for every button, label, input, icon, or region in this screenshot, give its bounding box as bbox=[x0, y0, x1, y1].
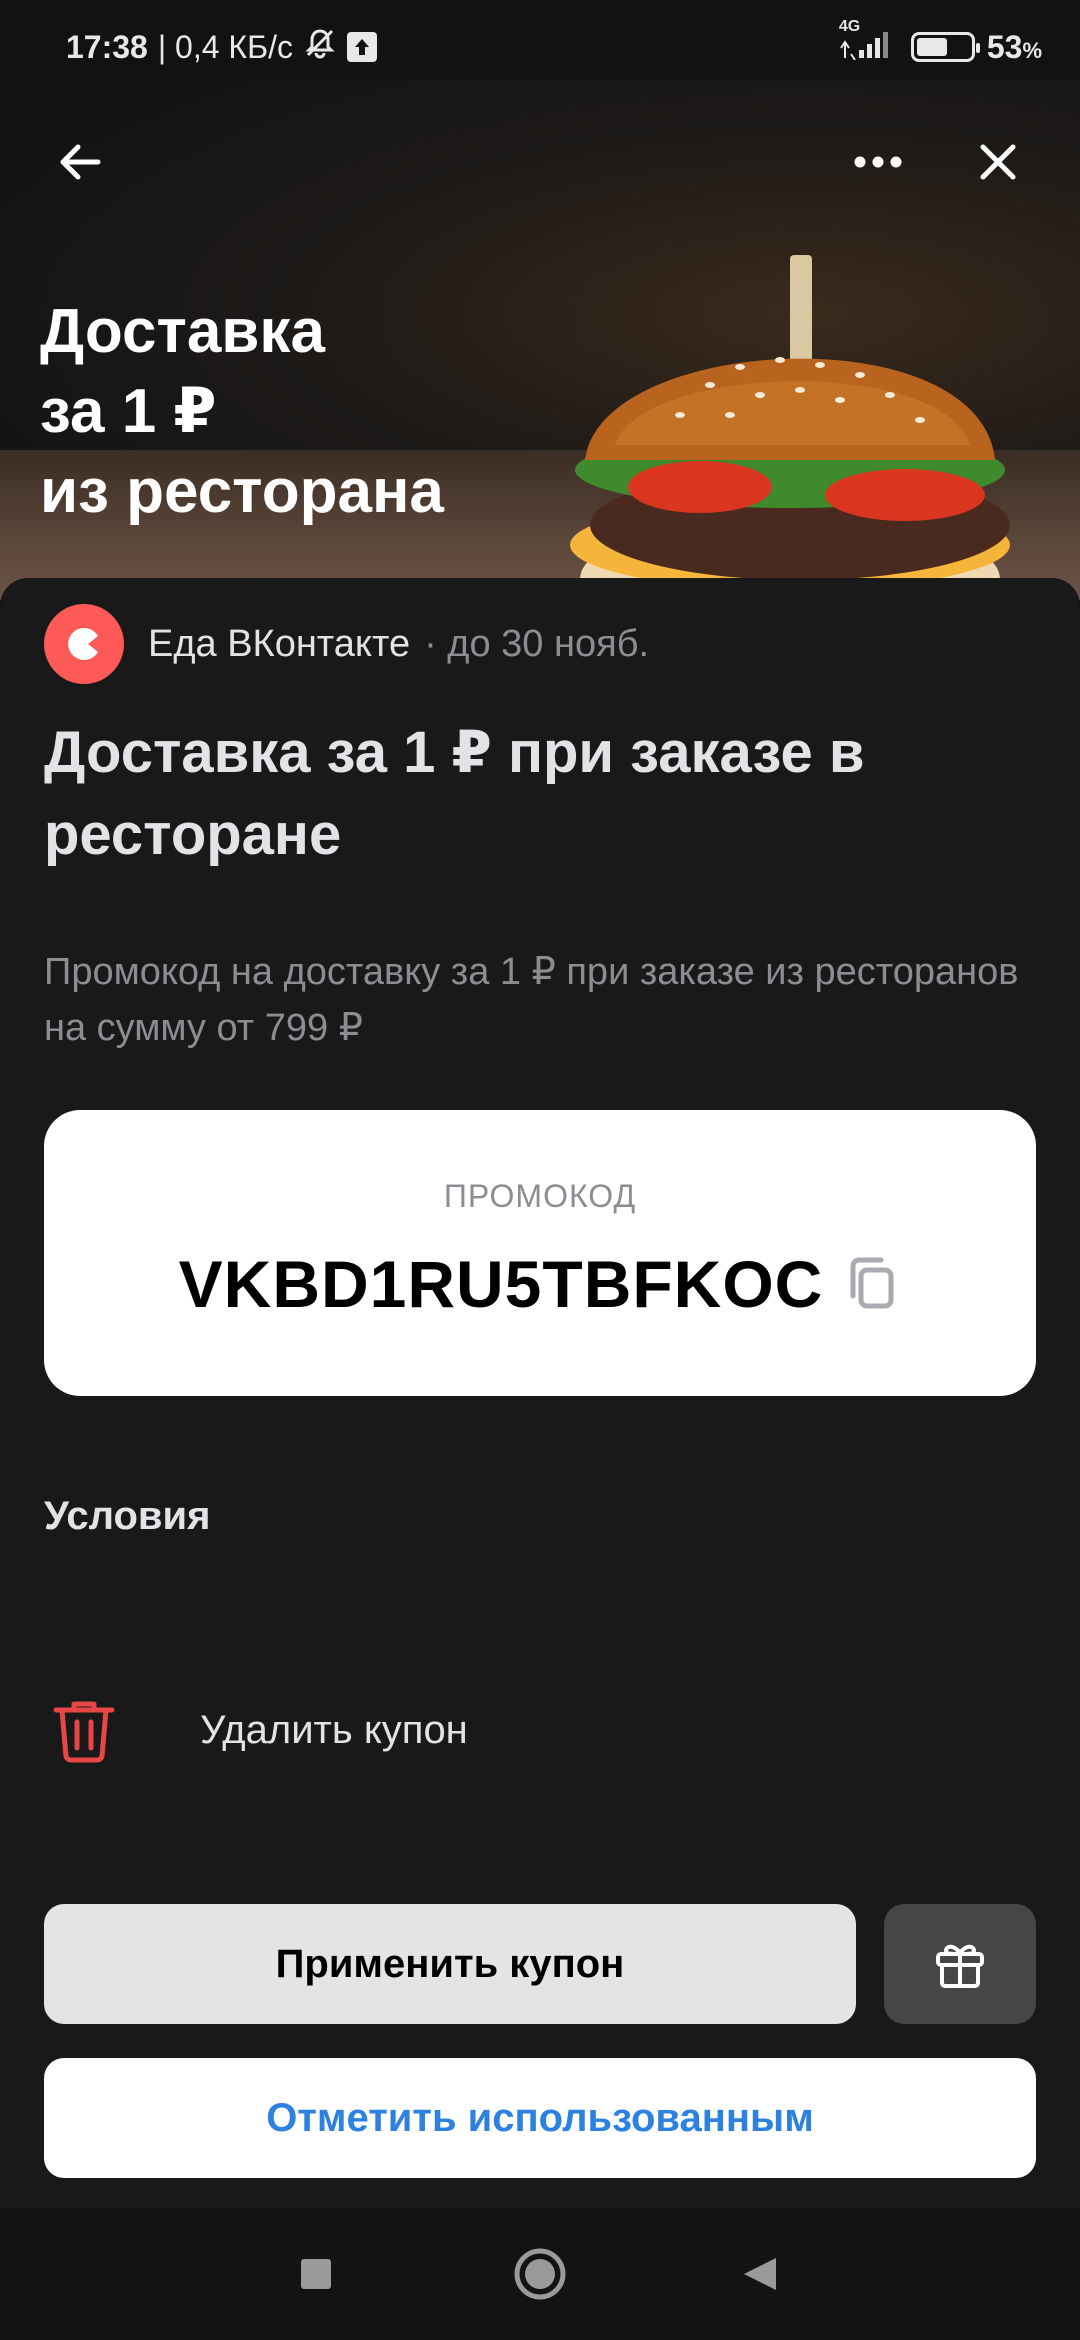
promo-label: ПРОМОКОД bbox=[443, 1178, 637, 1214]
system-nav-bar bbox=[0, 2208, 1080, 2340]
copy-icon[interactable] bbox=[845, 1254, 901, 1314]
burger-image bbox=[570, 255, 1010, 600]
battery-level: 53% bbox=[987, 29, 1042, 66]
gift-icon bbox=[936, 1944, 984, 1988]
hero-title-line-1: Доставка bbox=[40, 297, 325, 366]
more-horizontal-icon bbox=[854, 156, 902, 168]
battery-icon bbox=[910, 32, 980, 62]
recents-button[interactable] bbox=[286, 2244, 346, 2304]
triangle-back-icon bbox=[744, 2258, 776, 2290]
hero-title-line-3: из ресторана bbox=[40, 457, 444, 526]
eda-vk-logo-icon bbox=[44, 604, 124, 684]
conditions-heading[interactable]: Условия bbox=[44, 1494, 210, 1539]
promo-code-row[interactable]: VKBD1RU5TBFKOC bbox=[44, 1246, 1036, 1322]
delete-coupon-button[interactable]: Удалить купон bbox=[44, 1690, 468, 1770]
status-time: 17:38 bbox=[66, 28, 148, 65]
square-icon bbox=[301, 2259, 331, 2289]
status-network-speed: | 0,4 КБ/с bbox=[157, 28, 293, 65]
close-icon bbox=[980, 144, 1016, 180]
promo-code[interactable]: VKBD1RU5TBFKOC bbox=[179, 1246, 824, 1322]
delete-coupon-label: Удалить купон bbox=[200, 1707, 468, 1752]
close-button[interactable] bbox=[956, 120, 1040, 204]
promo-code-card: ПРОМОКОД VKBD1RU5TBFKOC bbox=[44, 1110, 1036, 1396]
signal-icon: 4G bbox=[837, 18, 899, 68]
coupon-expiry-date: · до 30 нояб. bbox=[424, 622, 650, 665]
battery-unit: % bbox=[1022, 37, 1042, 63]
coupon-description: Промокод на доставку за 1 ₽ при заказе и… bbox=[44, 951, 1019, 1049]
home-button[interactable] bbox=[510, 2244, 570, 2304]
battery-value: 53 bbox=[986, 28, 1023, 65]
apply-coupon-button[interactable]: Применить купон bbox=[44, 1904, 856, 2024]
back-button[interactable] bbox=[38, 120, 122, 204]
gift-button[interactable] bbox=[884, 1904, 1036, 2024]
status-bar: 17:38 | 0,4 КБ/с 4G 53% bbox=[0, 0, 1080, 80]
hero-title-line-2: за 1 ₽ bbox=[40, 377, 217, 446]
hero-title: Доставка за 1 ₽ из ресторана bbox=[40, 292, 444, 532]
coupon-source: Еда ВКонтакте · до 30 нояб. bbox=[44, 604, 649, 684]
bell-off-icon bbox=[303, 26, 337, 68]
hero-banner: Доставка за 1 ₽ из ресторана bbox=[0, 80, 1080, 600]
coupon-title: Доставка за 1 ₽ при заказе в ресторане bbox=[44, 720, 865, 867]
back-nav-button[interactable] bbox=[730, 2244, 790, 2304]
circle-icon bbox=[514, 2248, 566, 2300]
arrow-left-icon bbox=[60, 144, 101, 180]
upload-icon bbox=[346, 32, 377, 62]
mark-used-button[interactable]: Отметить использованным bbox=[44, 2058, 1036, 2178]
trash-icon bbox=[53, 1701, 115, 1763]
source-name[interactable]: Еда ВКонтакте bbox=[148, 623, 410, 666]
more-button[interactable] bbox=[836, 120, 920, 204]
network-type-label: 4G bbox=[838, 18, 861, 35]
